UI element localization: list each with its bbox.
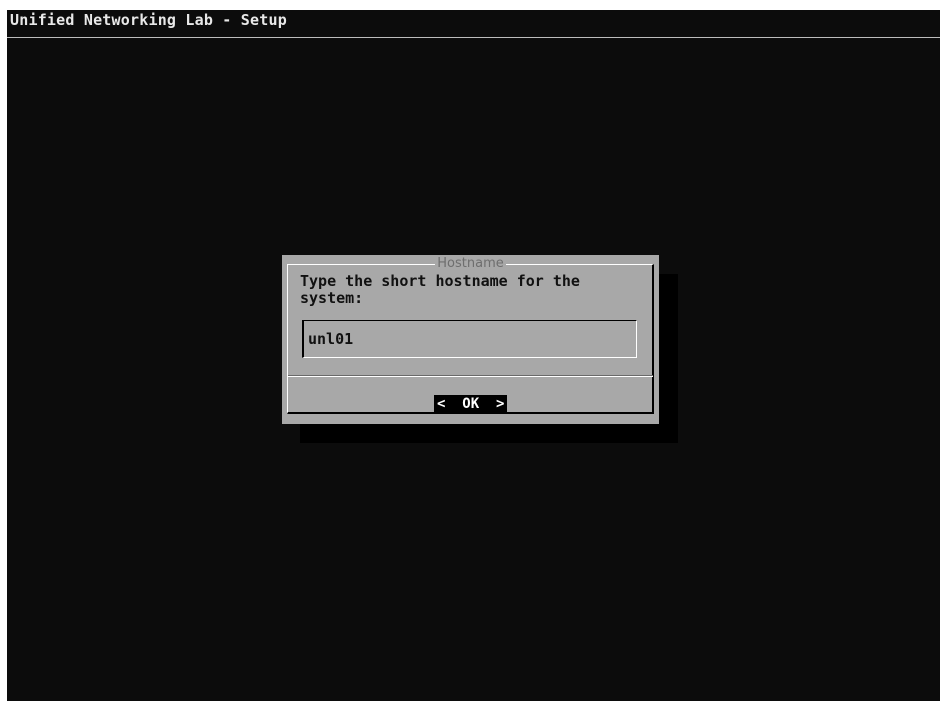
dialog-title: Hostname	[282, 256, 659, 271]
hostname-prompt: Type the short hostname for the system:	[300, 272, 580, 307]
terminal-screen: Unified Networking Lab - Setup Hostname …	[7, 10, 940, 701]
title-bar: Unified Networking Lab - Setup	[7, 10, 940, 38]
hostname-input[interactable]	[308, 330, 608, 348]
title-divider	[7, 37, 940, 38]
ok-button[interactable]: < OK >	[434, 395, 508, 413]
button-separator	[288, 376, 653, 377]
window-title: Unified Networking Lab - Setup	[10, 11, 287, 29]
dialog-title-text: Hostname	[435, 256, 506, 271]
hostname-dialog: Hostname Type the short hostname for the…	[282, 255, 659, 424]
hostname-input-box[interactable]	[302, 320, 637, 358]
